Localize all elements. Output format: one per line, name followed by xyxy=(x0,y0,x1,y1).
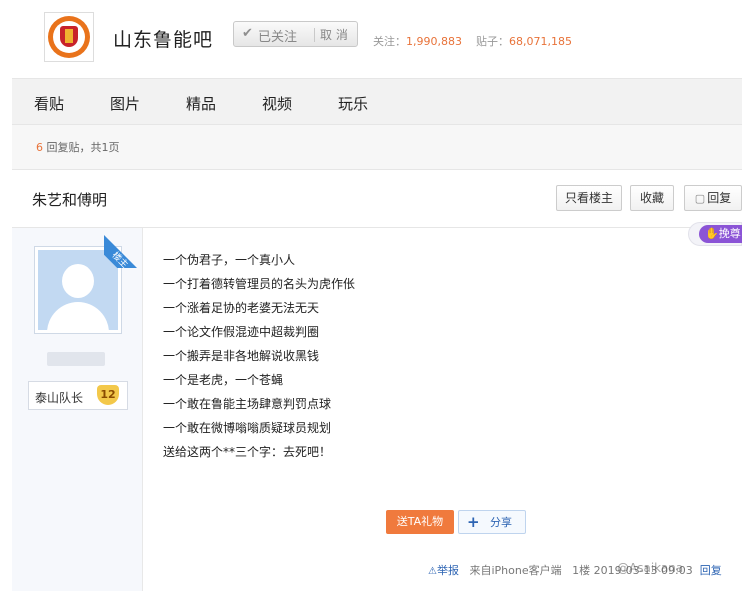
post-line: 一个是老虎，一个苍蝇 xyxy=(163,373,284,387)
avatar-body xyxy=(47,302,109,330)
op-ribbon-label: 楼主 xyxy=(104,235,144,268)
thread-title: 朱艺和傅明 xyxy=(32,191,108,209)
post-source: 来自iPhone客户端 xyxy=(469,564,562,577)
reply-count: 6 xyxy=(36,141,43,154)
posts-count: 68,071,185 xyxy=(508,35,572,48)
warning-icon: ⚠ xyxy=(428,566,437,577)
tab-videos[interactable]: 视频 xyxy=(262,93,292,114)
tab-fun[interactable]: 玩乐 xyxy=(338,93,368,114)
follow-divider xyxy=(314,28,315,42)
thumb-icon: ✋ xyxy=(705,227,719,240)
logo-stripe xyxy=(65,29,73,43)
username-blurred[interactable] xyxy=(47,352,105,366)
support-tag-badge: ✋挽尊 xyxy=(699,225,742,243)
post-line: 一个敢在鲁能主场肆意判罚点球 xyxy=(163,397,332,411)
reply-link[interactable]: 回复 xyxy=(700,564,722,577)
check-icon: ✔ xyxy=(242,26,253,41)
share-button[interactable]: + 分享 xyxy=(458,510,526,534)
followed-label: 已关注 xyxy=(258,30,298,45)
avatar-head xyxy=(62,264,94,298)
floor-number: 1楼 xyxy=(572,564,591,577)
post-line: 一个涨着足协的老婆无法无天 xyxy=(163,301,320,315)
only-op-button[interactable]: 只看楼主 xyxy=(556,185,622,211)
watermark: @Asaikana xyxy=(617,561,684,575)
post-line: 一个打着德转管理员的名头为虎作伥 xyxy=(163,277,356,291)
report-link[interactable]: 举报 xyxy=(437,564,459,577)
forum-nav: 看贴 图片 精品 视频 玩乐 xyxy=(12,78,742,125)
post-line: 一个敢在微博嗡嗡质疑球员规划 xyxy=(163,421,332,435)
share-label: 分享 xyxy=(490,516,512,529)
level-badge: 12 xyxy=(97,385,119,405)
forum-header: 山东鲁能吧 ✔ 已关注 取 消 关注：1,990,883 贴子：68,071,18… xyxy=(0,0,742,78)
reply-summary-text: 回复贴，共1页 xyxy=(43,141,120,154)
tab-pictures[interactable]: 图片 xyxy=(110,93,140,114)
reply-button[interactable]: ▢ 回复 xyxy=(684,185,742,211)
forum-logo[interactable] xyxy=(44,12,94,62)
level-name: 泰山队长 xyxy=(35,391,84,405)
post-line: 送给这两个**三个字：去死吧！ xyxy=(163,445,332,459)
unfollow-button[interactable]: 取 消 xyxy=(320,26,348,43)
thread-info-bar: 6 回复贴，共1页 xyxy=(12,125,742,170)
followers-label: 关注： xyxy=(373,35,406,48)
user-level[interactable]: 泰山队长 12 xyxy=(28,381,128,410)
author-sidebar: 泰山队长 12 xyxy=(12,228,143,591)
post-line: 一个搬弄是非各地解说收黑钱 xyxy=(163,349,320,363)
reply-button-label: 回复 xyxy=(707,191,732,205)
forum-stats: 关注：1,990,883 贴子：68,071,185 xyxy=(373,33,572,49)
posts-label: 贴子： xyxy=(475,35,509,48)
share-plus-icon: + xyxy=(467,513,480,531)
tab-posts[interactable]: 看贴 xyxy=(34,93,64,114)
comment-icon: ▢ xyxy=(694,192,706,205)
post-line: 一个论文作假混迹中超裁判圈 xyxy=(163,325,320,339)
follow-button[interactable]: ✔ 已关注 取 消 xyxy=(233,21,358,47)
send-gift-button[interactable]: 送TA礼物 xyxy=(386,510,454,534)
thread-title-bar: 朱艺和傅明 只看楼主 收藏 ▢ 回复 xyxy=(12,170,742,228)
favorite-button[interactable]: 收藏 xyxy=(630,185,674,211)
forum-name[interactable]: 山东鲁能吧 xyxy=(113,25,213,52)
support-tag[interactable]: ✋挽尊 xyxy=(688,222,742,246)
reply-summary: 6 回复贴，共1页 xyxy=(36,139,120,155)
support-tag-label: 挽尊 xyxy=(718,227,741,240)
tab-featured[interactable]: 精品 xyxy=(186,93,216,114)
op-ribbon: 楼主 xyxy=(104,228,144,268)
post-line: 一个伪君子，一个真小人 xyxy=(163,253,296,267)
followers-count: 1,990,883 xyxy=(406,35,462,48)
